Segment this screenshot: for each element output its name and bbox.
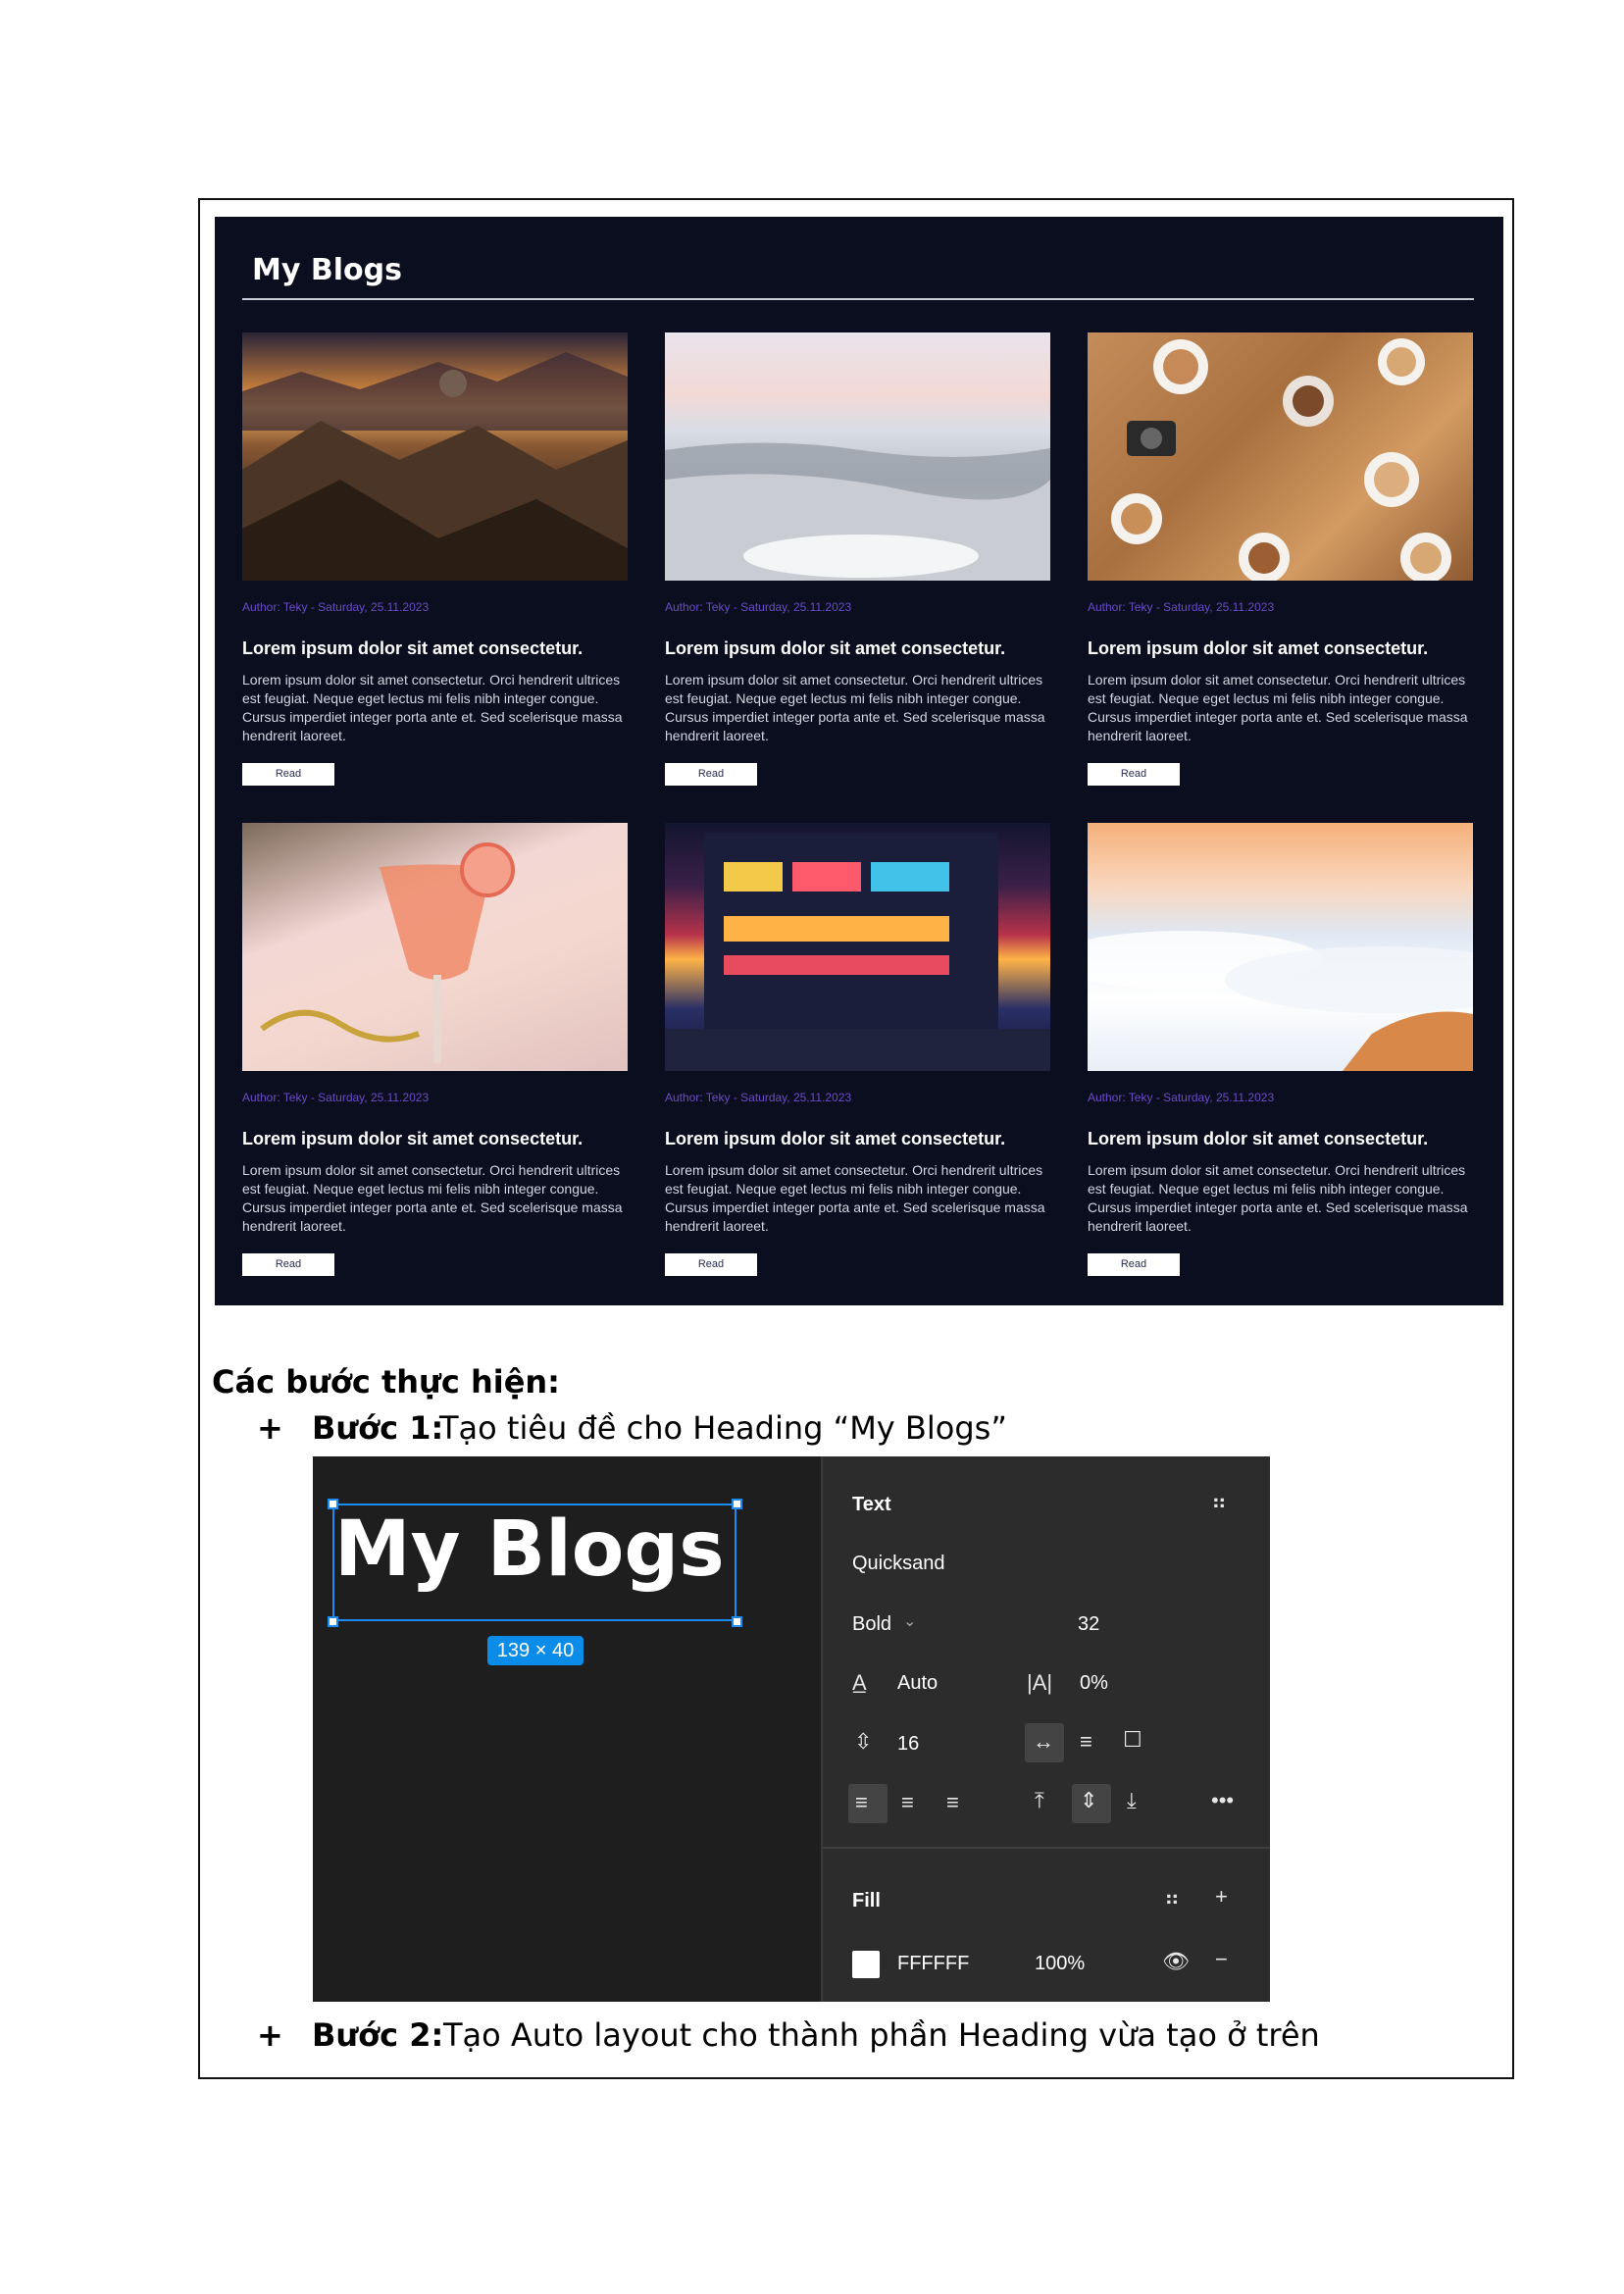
resize-handle[interactable] <box>328 1499 338 1509</box>
step-2-text: Tạo Auto layout cho thành phần Heading v… <box>443 2016 1320 2054</box>
sea-of-clouds-image <box>1088 931 1473 1071</box>
card-image <box>1088 823 1473 1071</box>
more-options-icon[interactable]: ••• <box>1211 1788 1234 1813</box>
resize-handle[interactable] <box>328 1616 338 1627</box>
auto-width-icon[interactable]: ↔ <box>1033 1729 1054 1755</box>
line-height-input[interactable]: Auto <box>897 1672 938 1695</box>
card-meta: Author: Teky - Saturday, 25.11.2023 <box>665 600 852 614</box>
grid-dots-icon[interactable]: ⠶ <box>1211 1490 1227 1515</box>
card-body: Lorem ipsum dolor sit amet consectetur. … <box>242 1162 623 1234</box>
card-title: Lorem ipsum dolor sit amet consectetur. <box>1088 638 1429 658</box>
step-1-label: Bước 1: <box>312 1409 444 1447</box>
panel-divider <box>823 1847 1270 1849</box>
paragraph-spacing-input[interactable]: 16 <box>897 1733 919 1756</box>
resize-handle[interactable] <box>732 1499 742 1509</box>
eye-icon[interactable]: 👁 <box>1162 1949 1190 1974</box>
step-1-text: Tạo tiêu đề cho Heading “My Blogs” <box>439 1409 1007 1447</box>
snowy-forest-image <box>665 442 1050 581</box>
font-family-select[interactable]: Quicksand <box>852 1553 945 1575</box>
coffee-cups-image <box>1111 338 1451 581</box>
fixed-size-icon[interactable]: ☐ <box>1123 1727 1142 1753</box>
fill-opacity-input[interactable]: 100% <box>1035 1953 1085 1975</box>
letter-spacing-icon: |A| <box>1027 1670 1053 1695</box>
line-height-icon: A̲ <box>852 1670 867 1695</box>
card-image <box>242 823 628 1071</box>
heading-divider <box>242 298 1474 300</box>
read-button[interactable]: Read <box>242 763 334 786</box>
read-button[interactable]: Read <box>665 763 757 786</box>
card-body: Lorem ipsum dolor sit amet consectetur. … <box>665 672 1045 743</box>
step-1: + Bước 1: Tạo tiêu đề cho Heading “My Bl… <box>257 1409 1140 1449</box>
align-right-icon[interactable]: ≡ <box>946 1790 959 1815</box>
fill-color-swatch[interactable] <box>852 1951 880 1978</box>
card-body: Lorem ipsum dolor sit amet consectetur. … <box>665 1162 1045 1234</box>
city-night-image <box>665 833 1050 1071</box>
read-button[interactable]: Read <box>1088 1253 1180 1276</box>
bullet-plus: + <box>257 1409 283 1447</box>
font-weight-select[interactable]: Bold <box>852 1613 891 1636</box>
card-title: Lorem ipsum dolor sit amet consectetur. <box>665 1129 1006 1148</box>
card-image <box>242 332 628 581</box>
step-2: + Bước 2: Tạo Auto layout cho thành phần… <box>257 2016 1336 2056</box>
fill-section-title: Fill <box>852 1890 881 1912</box>
cocktail-image <box>260 842 515 1063</box>
card-title: Lorem ipsum dolor sit amet consectetur. <box>1088 1129 1429 1148</box>
card-title: Lorem ipsum dolor sit amet consectetur. <box>242 638 584 658</box>
card-meta: Author: Teky - Saturday, 25.11.2023 <box>1088 600 1275 614</box>
align-top-icon[interactable]: ⤒ <box>1035 1788 1044 1813</box>
card-image <box>665 332 1050 581</box>
card-title: Lorem ipsum dolor sit amet consectetur. <box>242 1129 584 1148</box>
card-title: Lorem ipsum dolor sit amet consectetur. <box>665 638 1006 658</box>
remove-fill-icon[interactable]: − <box>1215 1947 1228 1972</box>
size-badge: 139 × 40 <box>487 1636 584 1665</box>
letter-spacing-input[interactable]: 0% <box>1080 1672 1108 1695</box>
blog-heading: My Blogs <box>252 253 402 287</box>
card-meta: Author: Teky - Saturday, 25.11.2023 <box>1088 1091 1275 1104</box>
card-meta: Author: Teky - Saturday, 25.11.2023 <box>665 1091 852 1104</box>
step-2-label: Bước 2: <box>312 2016 444 2054</box>
card-meta: Author: Teky - Saturday, 25.11.2023 <box>242 600 430 614</box>
steps-heading: Các bước thực hiện: <box>212 1363 560 1401</box>
resize-handle[interactable] <box>732 1616 742 1627</box>
card-body: Lorem ipsum dolor sit amet consectetur. … <box>242 672 623 743</box>
read-button[interactable]: Read <box>242 1253 334 1276</box>
grid-dots-icon[interactable]: ⠶ <box>1164 1886 1180 1912</box>
figma-screenshot: My Blogs 139 × 40 Text ⠶ Quicksand Bold … <box>313 1456 1270 2002</box>
align-left-icon[interactable]: ≡ <box>855 1790 868 1815</box>
paragraph-spacing-icon: ⇳ <box>854 1729 873 1754</box>
selection-box[interactable] <box>332 1504 736 1621</box>
bullet-plus: + <box>257 2016 283 2054</box>
card-image <box>1088 332 1473 581</box>
align-middle-icon[interactable]: ⇕ <box>1080 1788 1097 1813</box>
card-image <box>665 823 1050 1071</box>
auto-height-icon[interactable]: ≡ <box>1080 1729 1092 1755</box>
text-properties-panel: Text ⠶ Quicksand Bold ⌄ 32 A̲ Auto |A| 0… <box>821 1456 1270 2002</box>
blog-mockup: My Blogs Author: Teky - Saturday, 25.11.… <box>215 217 1503 1305</box>
align-bottom-icon[interactable]: ⤓ <box>1127 1788 1137 1813</box>
card-body: Lorem ipsum dolor sit amet consectetur. … <box>1088 1162 1468 1234</box>
font-size-input[interactable]: 32 <box>1078 1613 1099 1636</box>
align-center-icon[interactable]: ≡ <box>901 1790 914 1815</box>
card-meta: Author: Teky - Saturday, 25.11.2023 <box>242 1091 430 1104</box>
read-button[interactable]: Read <box>1088 763 1180 786</box>
desert-mountains-image <box>242 352 628 581</box>
add-fill-icon[interactable]: + <box>1215 1884 1228 1910</box>
text-section-title: Text <box>852 1494 891 1515</box>
active-option-highlight <box>848 1784 888 1823</box>
read-button[interactable]: Read <box>665 1253 757 1276</box>
fill-hex-input[interactable]: FFFFFF <box>897 1953 969 1975</box>
chevron-down-icon: ⌄ <box>903 1613 917 1630</box>
card-body: Lorem ipsum dolor sit amet consectetur. … <box>1088 672 1468 743</box>
